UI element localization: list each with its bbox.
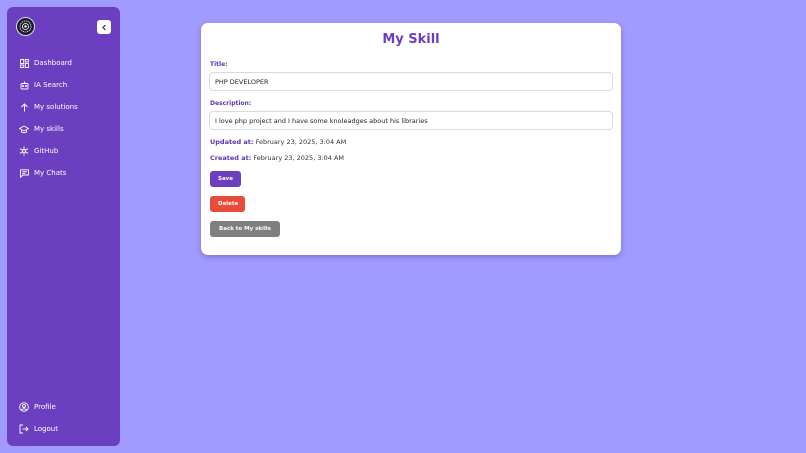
updated-at-label: Updated at:: [210, 138, 254, 146]
sidebar-item-github[interactable]: GitHub: [19, 143, 58, 159]
sidebar-item-label: Logout: [34, 425, 58, 433]
collapse-sidebar-button[interactable]: [97, 20, 111, 34]
back-to-skills-button[interactable]: Back to My skills: [210, 221, 280, 237]
delete-button[interactable]: Delete: [210, 196, 245, 212]
app-logo-icon[interactable]: [16, 17, 35, 36]
sidebar-item-logout[interactable]: Logout: [19, 421, 58, 437]
sidebar-item-label: GitHub: [34, 147, 59, 155]
dashboard-icon: [19, 58, 29, 68]
save-button[interactable]: Save: [210, 171, 241, 187]
updated-at: Updated at: February 23, 2025, 3:04 AM: [210, 138, 346, 146]
description-label: Description:: [210, 100, 252, 107]
robot-icon: [19, 80, 29, 90]
logout-icon: [19, 424, 29, 434]
sidebar-item-my-chats[interactable]: My Chats: [19, 165, 66, 181]
created-at-label: Created at:: [210, 154, 252, 162]
graduation-cap-icon: [19, 124, 29, 134]
sidebar-item-label: IA Search: [34, 81, 68, 89]
description-input[interactable]: [209, 111, 613, 130]
sidebar-item-label: My Chats: [34, 169, 67, 177]
sidebar-item-my-skills[interactable]: My skills: [19, 121, 64, 137]
sidebar-item-label: Dashboard: [34, 59, 72, 67]
sidebar-item-label: My skills: [34, 125, 64, 133]
skill-card: My Skill Title: Description: Updated at:…: [201, 23, 621, 255]
sidebar-item-dashboard[interactable]: Dashboard: [19, 55, 72, 71]
title-input[interactable]: [209, 72, 613, 91]
updated-at-value: February 23, 2025, 3:04 AM: [255, 138, 347, 146]
sidebar-item-my-solutions[interactable]: My solutions: [19, 99, 78, 115]
sidebar: Dashboard IA Search My solutions My skil…: [7, 7, 120, 446]
sidebar-item-profile[interactable]: Profile: [19, 399, 56, 415]
page-title: My Skill: [382, 32, 440, 47]
created-at: Created at: February 23, 2025, 3:04 AM: [210, 154, 344, 162]
user-circle-icon: [19, 402, 29, 412]
github-icon: [19, 146, 29, 156]
chat-icon: [19, 168, 29, 178]
created-at-value: February 23, 2025, 3:04 AM: [253, 154, 345, 162]
chevron-left-icon: [101, 24, 106, 30]
arrow-up-icon: [19, 102, 29, 112]
sidebar-item-ia-search[interactable]: IA Search: [19, 77, 67, 93]
sidebar-item-label: My solutions: [34, 103, 78, 111]
sidebar-item-label: Profile: [34, 403, 56, 411]
title-label: Title:: [210, 61, 228, 68]
